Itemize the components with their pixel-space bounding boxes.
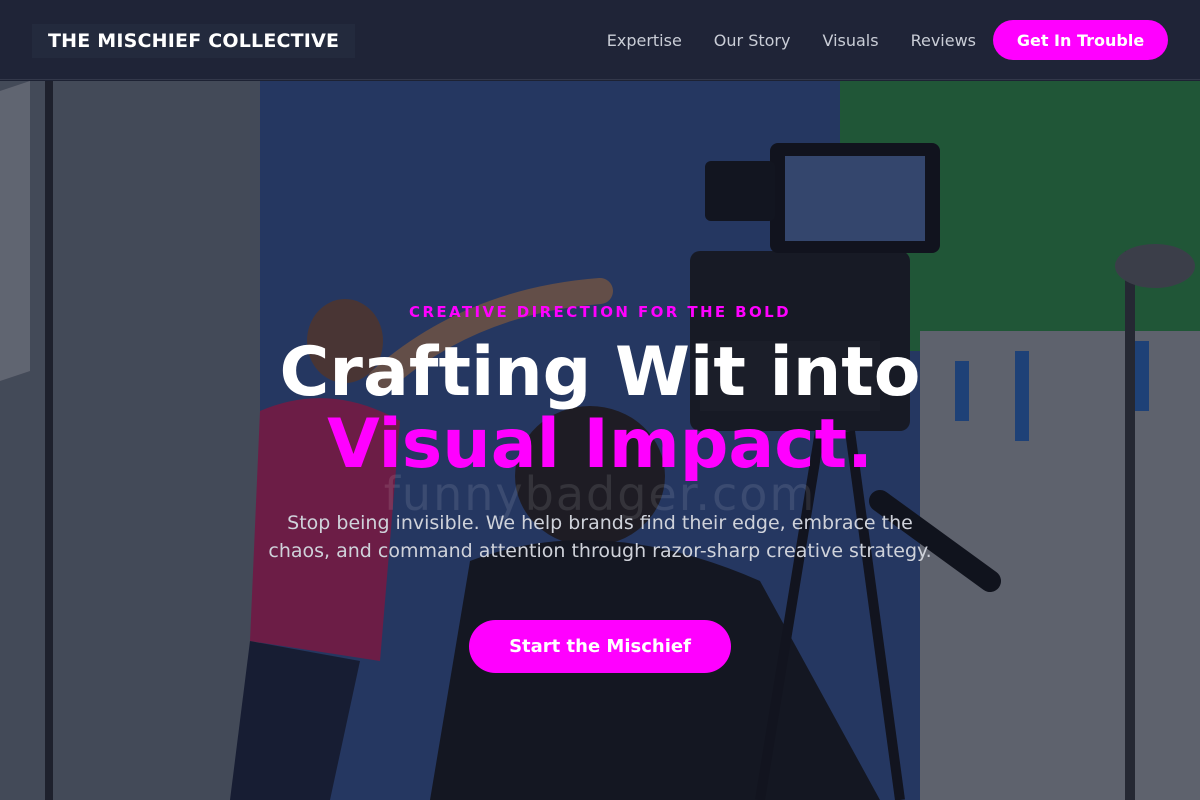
nav-links: Expertise Our Story Visuals Reviews (607, 0, 976, 80)
hero-headline: Crafting Wit into Visual Impact. (0, 337, 1200, 481)
nav-link-expertise[interactable]: Expertise (607, 31, 682, 50)
nav-link-visuals[interactable]: Visuals (822, 31, 878, 50)
nav-link-our-story[interactable]: Our Story (714, 31, 791, 50)
hero-eyebrow: CREATIVE DIRECTION FOR THE BOLD (409, 303, 791, 321)
hero-content: CREATIVE DIRECTION FOR THE BOLD Crafting… (0, 81, 1200, 800)
headline-line-1: Crafting Wit into (279, 333, 921, 412)
nav-link-reviews[interactable]: Reviews (911, 31, 976, 50)
get-in-trouble-button[interactable]: Get In Trouble (993, 20, 1168, 60)
start-the-mischief-button[interactable]: Start the Mischief (469, 620, 731, 673)
hero-subcopy: Stop being invisible. We help brands fin… (268, 512, 932, 562)
navbar: THE MISCHIEF COLLECTIVE Expertise Our St… (0, 0, 1200, 80)
brand-logo[interactable]: THE MISCHIEF COLLECTIVE (32, 24, 356, 58)
